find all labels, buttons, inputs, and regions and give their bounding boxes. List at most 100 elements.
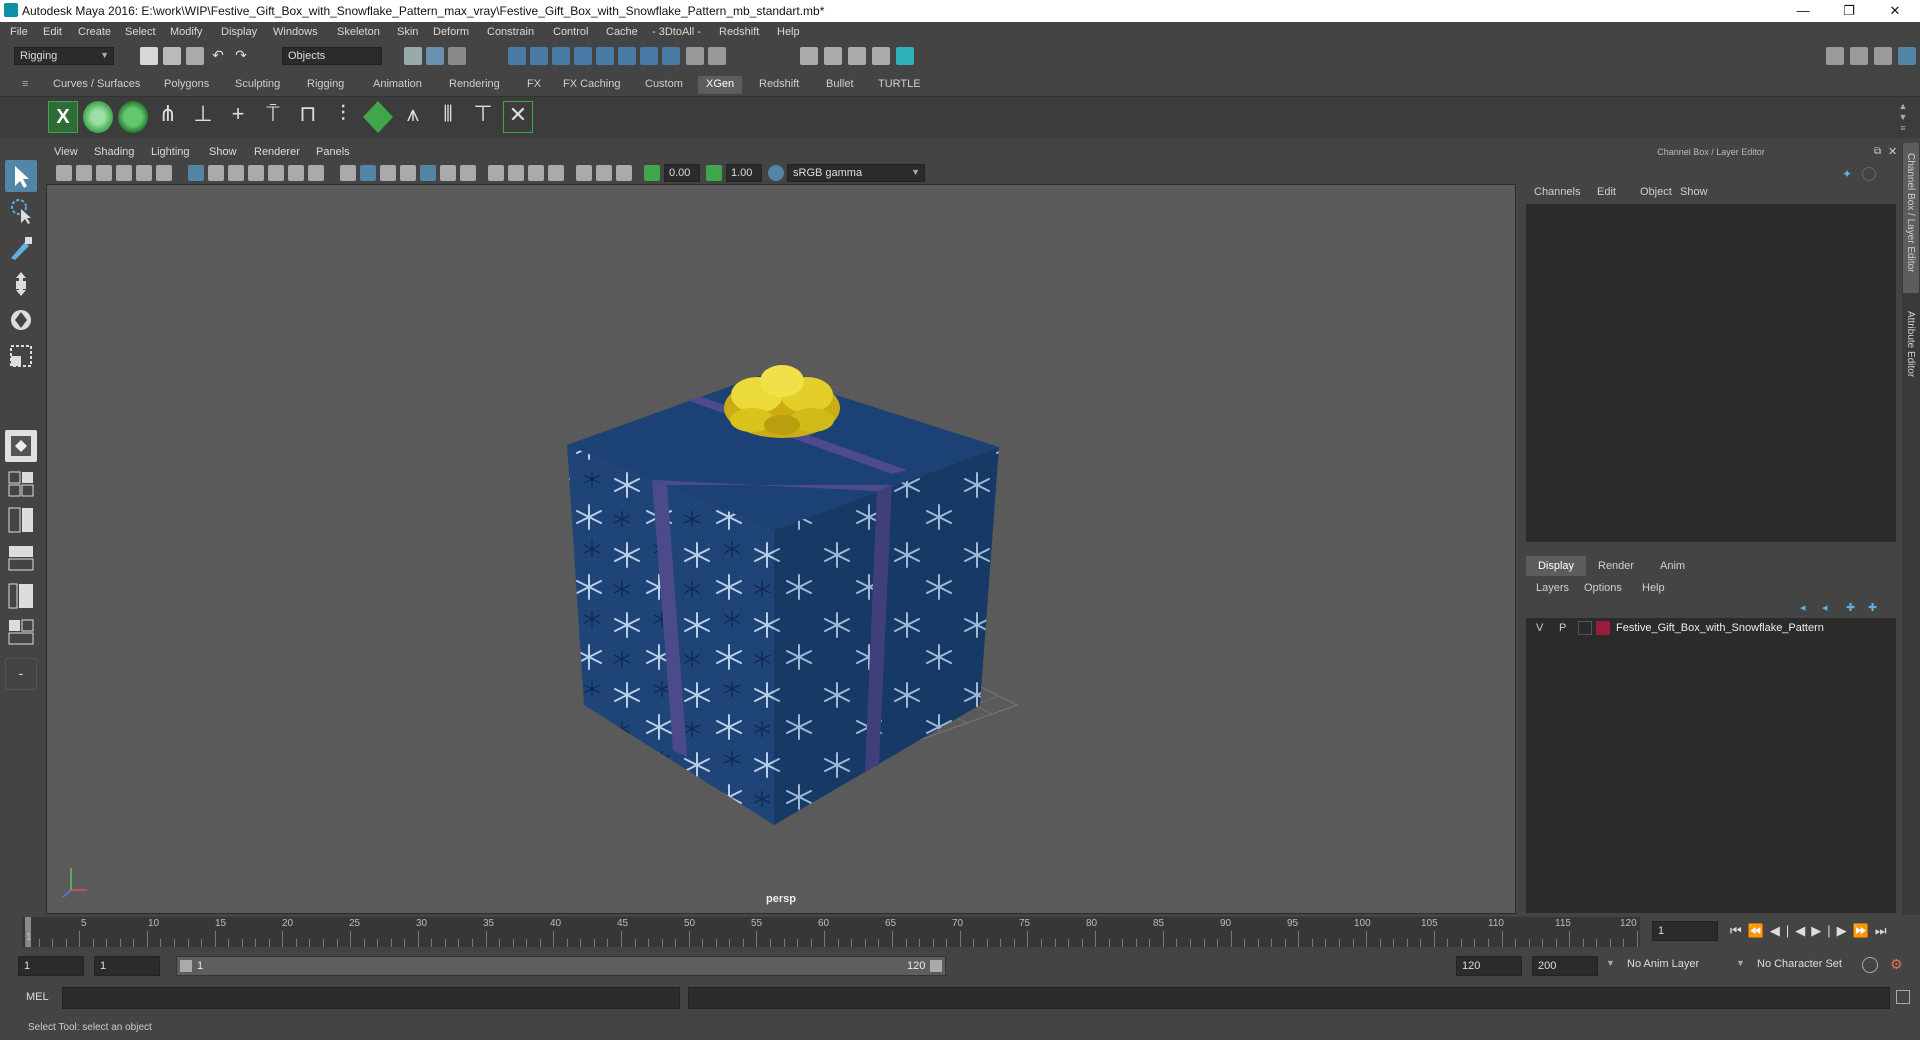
command-input[interactable] xyxy=(62,987,680,1009)
shelf-tab-sculpting[interactable]: Sculpting xyxy=(235,76,280,94)
snap-together-icon[interactable] xyxy=(640,47,658,65)
animation-preferences-icon[interactable]: ⚙ xyxy=(1890,956,1903,973)
xray-icon[interactable] xyxy=(576,165,592,181)
2d-pan-zoom-icon[interactable] xyxy=(136,165,152,181)
menu-select[interactable]: Select xyxy=(125,26,156,38)
go-to-end-icon[interactable]: ⏭ xyxy=(1875,923,1893,938)
field-chart-icon[interactable] xyxy=(268,165,284,181)
menu-file[interactable]: File xyxy=(10,26,28,38)
script-editor-icon[interactable] xyxy=(1896,990,1910,1004)
viewport-menu-renderer[interactable]: Renderer xyxy=(254,146,300,158)
side-tab-attribute-editor[interactable]: Attribute Editor xyxy=(1905,311,1916,377)
layer-name[interactable]: Festive_Gift_Box_with_Snowflake_Pattern xyxy=(1616,622,1824,634)
grid-icon[interactable] xyxy=(188,165,204,181)
close-button[interactable]: ✕ xyxy=(1872,0,1918,22)
ipr-render-icon[interactable] xyxy=(848,47,866,65)
xgen-groom-icon[interactable]: ⫶ xyxy=(328,101,358,133)
toolbox-toggle-icon[interactable] xyxy=(1874,47,1892,65)
gamma-field[interactable]: 1.00 xyxy=(726,164,762,182)
selection-mode-dropdown[interactable]: Objects xyxy=(282,47,382,65)
gate-mask-icon[interactable] xyxy=(248,165,264,181)
menu-redshift[interactable]: Redshift xyxy=(719,26,759,38)
new-scene-icon[interactable] xyxy=(140,47,158,65)
menu-control[interactable]: Control xyxy=(553,26,588,38)
xgen-editor-icon[interactable]: X xyxy=(48,101,78,133)
character-set-dropdown[interactable]: No Character Set xyxy=(1752,956,1862,976)
layers-menu-layers[interactable]: Layers xyxy=(1536,582,1569,594)
viewport-menu-panels[interactable]: Panels xyxy=(316,146,350,158)
gamma-icon[interactable] xyxy=(706,165,722,181)
open-scene-icon[interactable] xyxy=(163,47,181,65)
shelf-tab-turtle[interactable]: TURTLE xyxy=(878,76,921,94)
layers-menu-options[interactable]: Options xyxy=(1584,582,1622,594)
select-tool-icon[interactable] xyxy=(5,160,37,192)
range-end-handle[interactable] xyxy=(930,960,942,972)
step-forward-key-icon[interactable]: |▶ xyxy=(1827,923,1852,938)
menu-skeleton[interactable]: Skeleton xyxy=(337,26,380,38)
select-component-icon[interactable] xyxy=(448,47,466,65)
playback-end-field[interactable]: 120 xyxy=(1456,956,1522,976)
minimize-button[interactable]: — xyxy=(1780,0,1826,22)
range-start-handle[interactable] xyxy=(180,960,192,972)
safe-title-icon[interactable] xyxy=(308,165,324,181)
hypershade-icon[interactable] xyxy=(896,47,914,65)
channel-list[interactable] xyxy=(1526,204,1896,542)
shelf-tab-animation[interactable]: Animation xyxy=(373,76,422,94)
lock-icon[interactable] xyxy=(686,47,704,65)
select-hierarchy-icon[interactable] xyxy=(404,47,422,65)
xgen-preview-icon[interactable] xyxy=(83,101,113,133)
menu-help[interactable]: Help xyxy=(777,26,800,38)
depth-of-field-icon[interactable] xyxy=(528,165,544,181)
xgen-place-guide-icon[interactable]: + xyxy=(223,101,253,133)
snap-surface-icon[interactable] xyxy=(596,47,614,65)
layout-icon[interactable] xyxy=(1850,47,1868,65)
menu-deform[interactable]: Deform xyxy=(433,26,469,38)
channels-menu-edit[interactable]: Edit xyxy=(1597,186,1616,198)
side-tab-channel-box[interactable]: Channel Box / Layer Editor xyxy=(1905,153,1916,273)
single-perspective-layout-icon[interactable] xyxy=(5,430,37,462)
menu-set-dropdown[interactable]: Rigging ▼ xyxy=(14,47,114,65)
viewport-menu-view[interactable]: View xyxy=(54,146,78,158)
chevron-down-icon[interactable]: ▼ xyxy=(1606,958,1615,968)
shelf-tab-rendering[interactable]: Rendering xyxy=(449,76,500,94)
menu-windows[interactable]: Windows xyxy=(273,26,318,38)
command-language-label[interactable]: MEL xyxy=(26,991,49,1003)
move-layer-up-icon[interactable]: ◂ xyxy=(1800,601,1806,614)
move-layer-down-icon[interactable]: ◂ xyxy=(1822,601,1828,614)
manipulator-icon[interactable]: ✦ xyxy=(1842,167,1856,181)
persp-outliner-layout-icon[interactable] xyxy=(5,580,37,612)
menu-constrain[interactable]: Constrain xyxy=(487,26,534,38)
render-view-icon[interactable] xyxy=(800,47,818,65)
xray-joints-icon[interactable] xyxy=(596,165,612,181)
render-settings-icon[interactable] xyxy=(872,47,890,65)
auto-key-icon[interactable] xyxy=(1862,957,1878,973)
xgen-comb-icon[interactable]: ⩚ xyxy=(398,101,428,133)
anim-layer-dropdown[interactable]: No Anim Layer xyxy=(1622,956,1740,976)
step-back-key-icon[interactable]: ◀| xyxy=(1770,923,1795,938)
layer-tab-display[interactable]: Display xyxy=(1526,556,1586,576)
snap-curve-icon[interactable] xyxy=(530,47,548,65)
channels-menu-object[interactable]: Object xyxy=(1640,186,1672,198)
shelf-tab-xgen[interactable]: XGen xyxy=(698,76,743,94)
shelf-tab-curves-surfaces[interactable]: Curves / Surfaces xyxy=(53,76,140,94)
more-layouts-icon[interactable]: - xyxy=(5,658,37,690)
layers-menu-help[interactable]: Help xyxy=(1642,582,1665,594)
exposure-icon[interactable] xyxy=(644,165,660,181)
menu-display[interactable]: Display xyxy=(221,26,257,38)
xgen-cut-icon[interactable]: ⊤ xyxy=(468,101,498,133)
menu-cache[interactable]: Cache xyxy=(606,26,638,38)
layer-visibility-toggle[interactable]: V xyxy=(1536,622,1543,634)
shelf-menu-icon[interactable]: ≡ xyxy=(22,76,28,94)
step-back-icon[interactable]: ⏪ xyxy=(1748,923,1770,938)
new-layer-selected-icon[interactable]: ✚ xyxy=(1868,601,1877,614)
image-plane-icon[interactable] xyxy=(116,165,132,181)
new-layer-icon[interactable]: ✚ xyxy=(1846,601,1855,614)
motion-blur-icon[interactable] xyxy=(488,165,504,181)
perspective-viewport[interactable]: persp xyxy=(46,184,1516,914)
camera-attributes-icon[interactable] xyxy=(76,165,92,181)
layer-playback-toggle[interactable]: P xyxy=(1559,622,1566,634)
anti-aliasing-icon[interactable] xyxy=(508,165,524,181)
use-all-lights-icon[interactable] xyxy=(420,165,436,181)
wireframe-icon[interactable] xyxy=(340,165,356,181)
backface-culling-icon[interactable] xyxy=(616,165,632,181)
